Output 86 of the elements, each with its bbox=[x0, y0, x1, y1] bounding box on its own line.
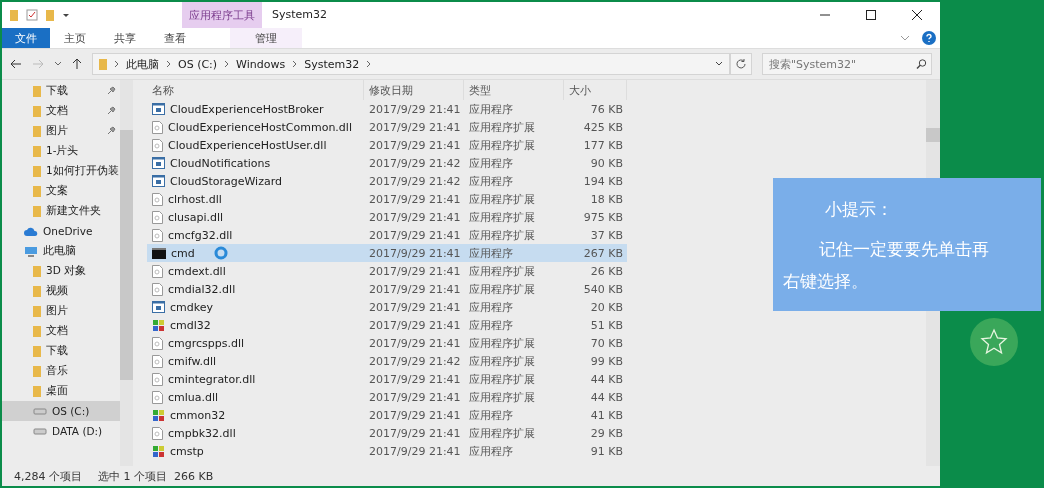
file-name: CloudExperienceHostBroker bbox=[170, 102, 324, 116]
date-cell-text: 2017/9/29 21:41 bbox=[368, 372, 462, 386]
date-cell-text: 2017/9/29 21:41 bbox=[368, 228, 462, 242]
date-cell-text: 2017/9/29 21:41 bbox=[368, 210, 462, 224]
size-cell-text: 425 KB bbox=[582, 120, 624, 134]
selection-info: 选中 1 个项目 266 KB bbox=[98, 468, 214, 484]
size-cell-text: 44 KB bbox=[589, 372, 624, 386]
date-cell-text: 2017/9/29 21:41 bbox=[368, 264, 462, 278]
size-cell-text: 44 KB bbox=[589, 390, 624, 404]
file-name: CloudStorageWizard bbox=[170, 174, 282, 188]
date-cell-text: 2017/9/29 21:42 bbox=[368, 156, 462, 170]
date-cell-text: 2017/9/29 21:41 bbox=[368, 138, 462, 152]
file-name: cmdl32 bbox=[170, 318, 211, 332]
type-cell-text: 应用程序 bbox=[468, 101, 514, 117]
size-cell-text: 194 KB bbox=[582, 174, 624, 188]
app-tools-label: 应用程序工具 bbox=[182, 2, 262, 28]
file-name: clusapi.dll bbox=[168, 210, 224, 224]
size-cell-text: 90 KB bbox=[589, 156, 624, 170]
size-cell-text: 975 KB bbox=[582, 210, 624, 224]
size-cell-text: 70 KB bbox=[589, 336, 624, 350]
date-cell-text: 2017/9/29 21:41 bbox=[368, 408, 462, 422]
file-name: CloudNotifications bbox=[170, 156, 271, 170]
type-cell-text: 应用程序 bbox=[468, 173, 514, 189]
date-cell-text: 2017/9/29 21:41 bbox=[368, 120, 462, 134]
type-cell-text: 应用程序扩展 bbox=[468, 137, 536, 153]
size-cell-text: 26 KB bbox=[589, 264, 624, 278]
date-cell-text: 2017/9/29 21:41 bbox=[368, 336, 462, 350]
type-cell-text: 应用程序扩展 bbox=[468, 119, 536, 135]
date-cell-text: 2017/9/29 21:41 bbox=[368, 246, 462, 260]
file-name: cmmon32 bbox=[170, 408, 226, 422]
date-cell-text: 2017/9/29 21:41 bbox=[368, 426, 462, 440]
type-cell-text: 应用程序扩展 bbox=[468, 371, 536, 387]
file-name: cmcfg32.dll bbox=[168, 228, 233, 242]
date-cell-text: 2017/9/29 21:41 bbox=[368, 282, 462, 296]
file-name: CloudExperienceHostCommon.dll bbox=[168, 120, 352, 134]
size-cell-text: 18 KB bbox=[589, 192, 624, 206]
file-name: cmdext.dll bbox=[168, 264, 226, 278]
date-cell-text: 2017/9/29 21:41 bbox=[368, 192, 462, 206]
type-cell-text: 应用程序 bbox=[468, 317, 514, 333]
size-cell-text: 177 KB bbox=[582, 138, 624, 152]
item-count: 4,284 个项目 bbox=[14, 468, 82, 484]
type-cell-text: 应用程序 bbox=[468, 155, 514, 171]
file-name: CloudExperienceHostUser.dll bbox=[168, 138, 327, 152]
size-cell-text: 76 KB bbox=[589, 102, 624, 116]
type-cell-text: 应用程序扩展 bbox=[468, 335, 536, 351]
type-cell-text: 应用程序扩展 bbox=[468, 389, 536, 405]
type-cell-text: 应用程序 bbox=[468, 407, 514, 423]
size-cell-text: 37 KB bbox=[589, 228, 624, 242]
size-cell-text: 41 KB bbox=[589, 408, 624, 422]
type-cell-text: 应用程序扩展 bbox=[468, 227, 536, 243]
type-cell-text: 应用程序 bbox=[468, 443, 514, 459]
date-cell-text: 2017/9/29 21:41 bbox=[368, 318, 462, 332]
file-name: cmpbk32.dll bbox=[168, 426, 236, 440]
size-cell-text: 99 KB bbox=[589, 354, 624, 368]
date-cell-text: 2017/9/29 21:42 bbox=[368, 354, 462, 368]
file-name: cmlua.dll bbox=[168, 390, 219, 404]
type-cell-text: 应用程序扩展 bbox=[468, 353, 536, 369]
file-name: cmdkey bbox=[170, 300, 213, 314]
type-cell-text: 应用程序扩展 bbox=[468, 191, 536, 207]
size-cell-text: 20 KB bbox=[589, 300, 624, 314]
size-cell-text: 51 KB bbox=[589, 318, 624, 332]
date-cell-text: 2017/9/29 21:41 bbox=[368, 390, 462, 404]
type-cell-text: 应用程序扩展 bbox=[468, 425, 536, 441]
size-cell-text: 29 KB bbox=[589, 426, 624, 440]
size-cell-text: 267 KB bbox=[582, 246, 624, 260]
window-title: System32 bbox=[271, 7, 329, 23]
date-cell-text: 2017/9/29 21:41 bbox=[368, 102, 462, 116]
tip-title: 小提示： bbox=[824, 198, 894, 221]
date-cell-text: 2017/9/29 21:42 bbox=[368, 174, 462, 188]
file-name: clrhost.dll bbox=[168, 192, 222, 206]
file-name: cmintegrator.dll bbox=[168, 372, 256, 386]
file-name: cmgrcspps.dll bbox=[168, 336, 245, 350]
file-name: cmstp bbox=[170, 444, 204, 458]
type-cell-text: 应用程序扩展 bbox=[468, 281, 536, 297]
file-name: cmdial32.dll bbox=[168, 282, 236, 296]
size-cell-text: 540 KB bbox=[582, 282, 624, 296]
tip-text: 记住一定要要先单击再右键选择。 bbox=[783, 238, 990, 293]
date-cell-text: 2017/9/29 21:41 bbox=[368, 444, 462, 458]
type-cell-text: 应用程序 bbox=[468, 245, 514, 261]
type-cell-text: 应用程序扩展 bbox=[468, 263, 536, 279]
size-cell-text: 91 KB bbox=[589, 444, 624, 458]
date-cell-text: 2017/9/29 21:41 bbox=[368, 300, 462, 314]
type-cell-text: 应用程序 bbox=[468, 299, 514, 315]
file-name: cmd bbox=[171, 246, 195, 260]
type-cell-text: 应用程序扩展 bbox=[468, 209, 536, 225]
file-name: cmifw.dll bbox=[168, 354, 217, 368]
